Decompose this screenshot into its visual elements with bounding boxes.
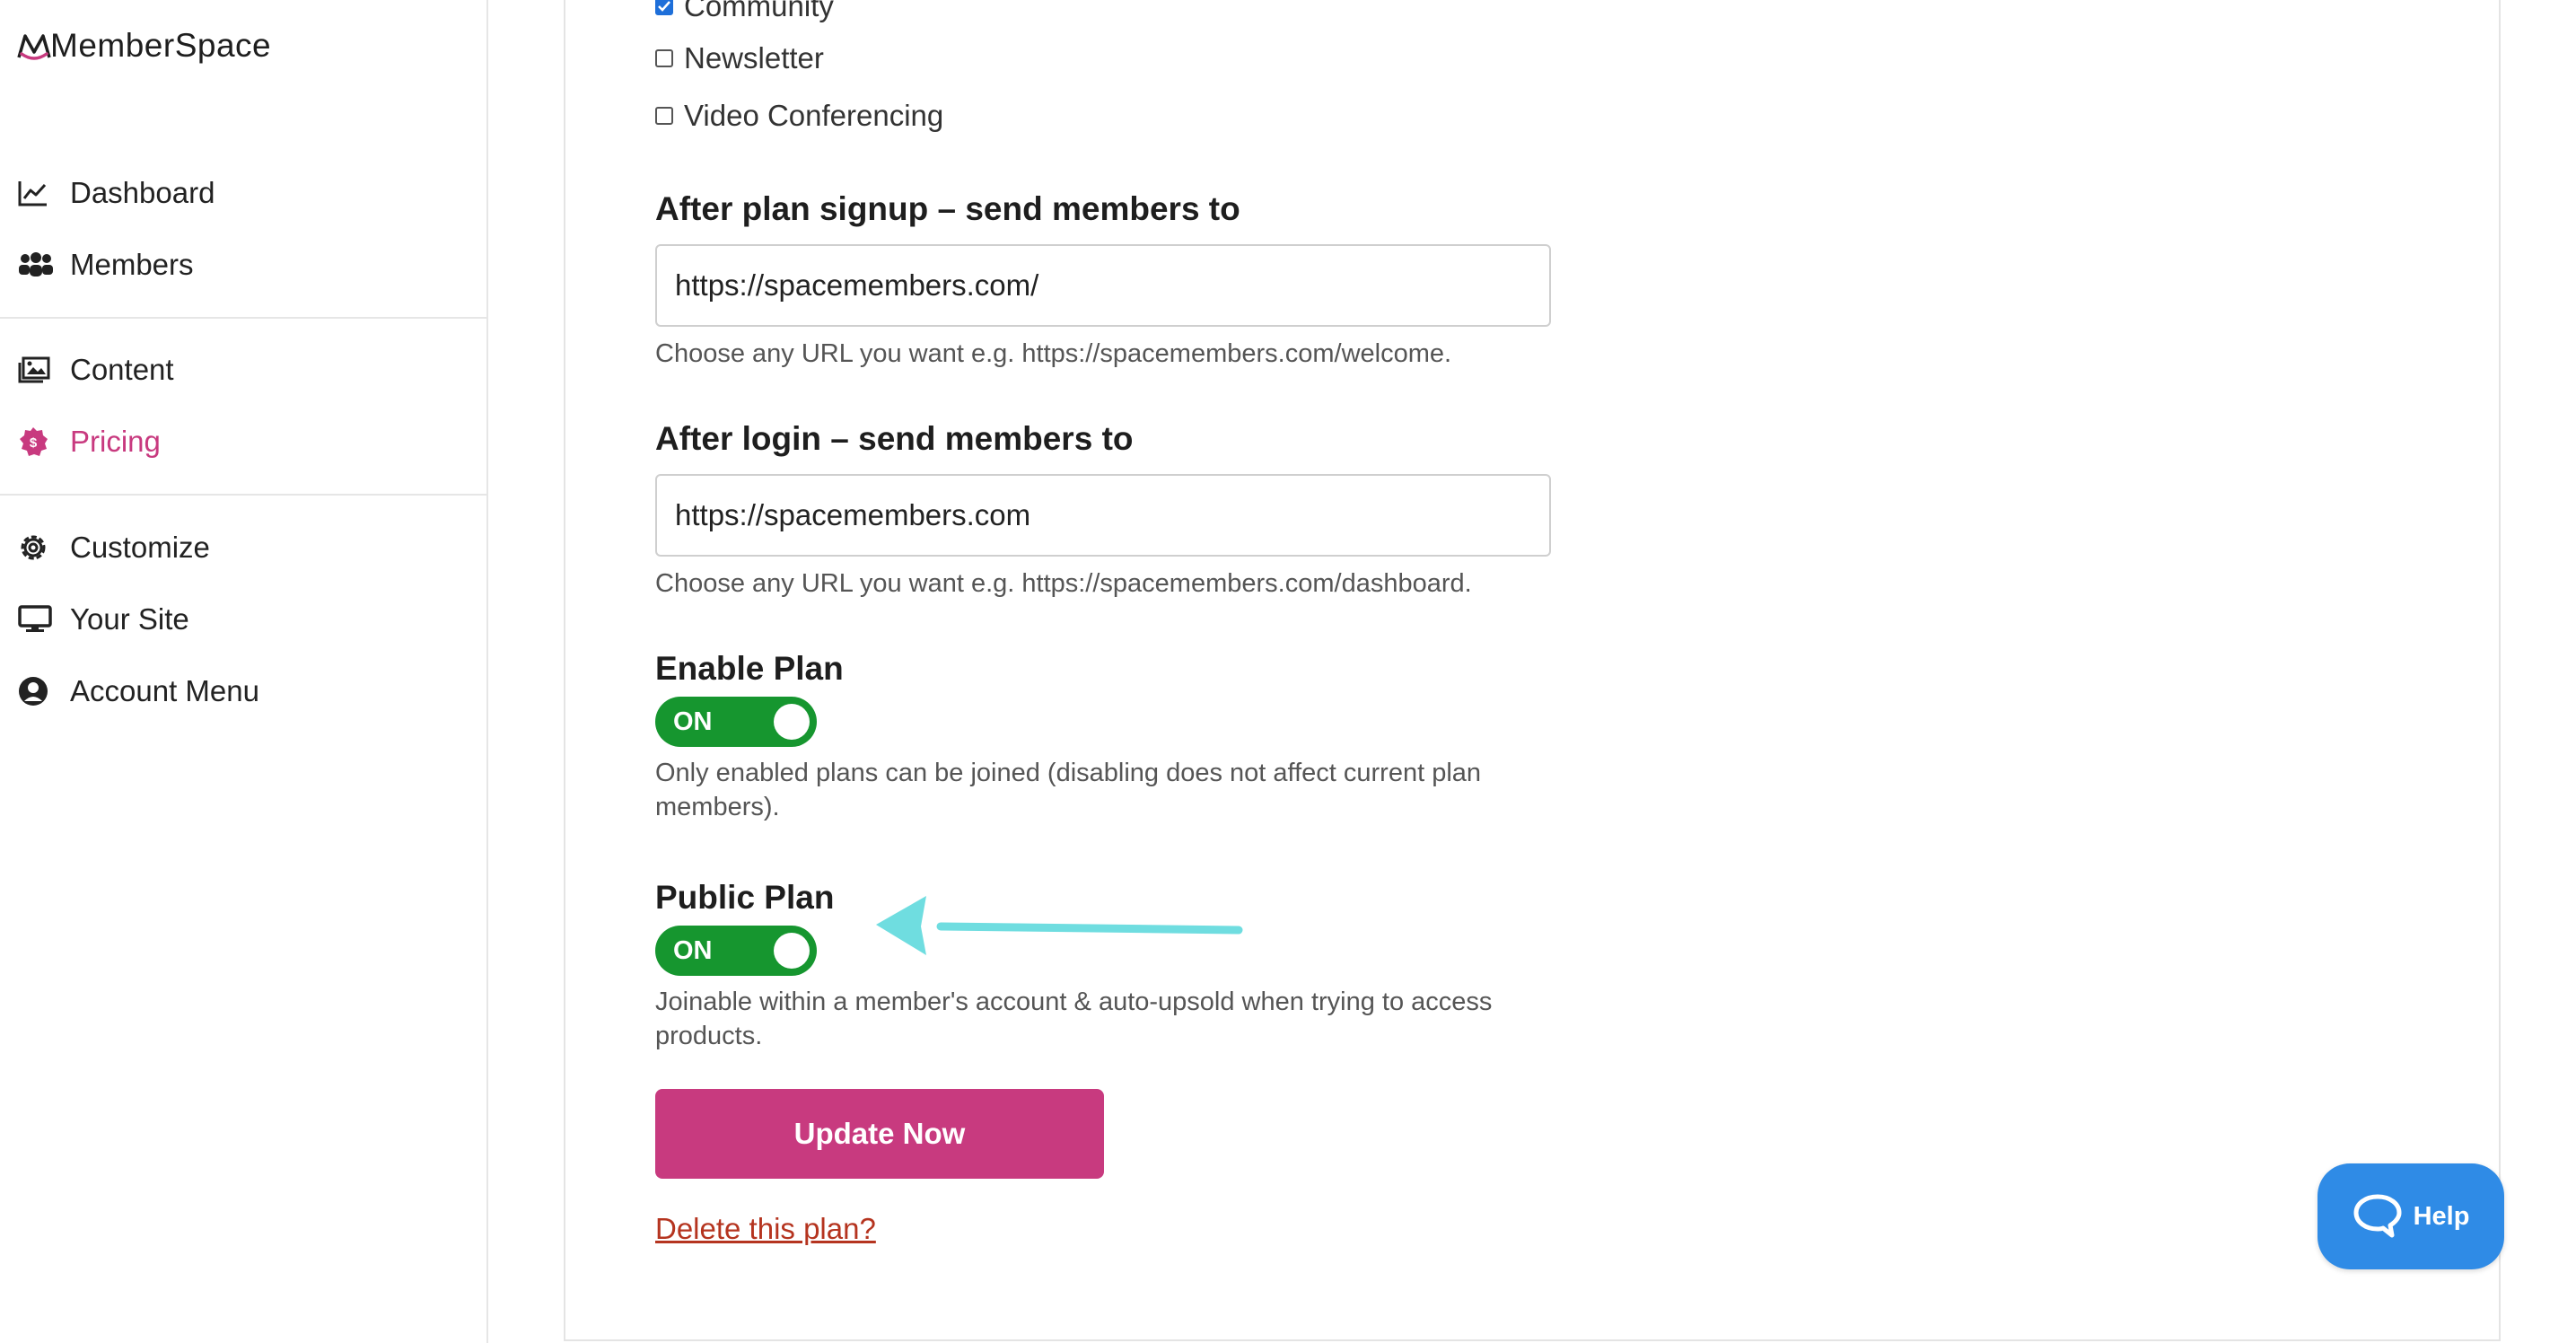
public-plan-label: Public Plan (655, 879, 835, 916)
app-logo[interactable]: MemberSpace (16, 27, 271, 65)
sidebar-item-label: Customize (70, 531, 210, 564)
app-name: MemberSpace (50, 27, 272, 64)
divider (0, 494, 486, 496)
image-icon (18, 352, 54, 388)
user-circle-icon (18, 673, 54, 709)
gear-icon (18, 530, 54, 566)
nav-group-main: Dashboard Members (0, 157, 486, 301)
after-signup-url-input[interactable] (655, 244, 1551, 327)
checkbox-video-conferencing[interactable]: Video Conferencing (655, 99, 943, 133)
sidebar-item-label: Content (70, 353, 174, 386)
after-signup-hint: Choose any URL you want e.g. https://spa… (655, 339, 1452, 368)
checkbox-newsletter[interactable]: Newsletter (655, 41, 824, 75)
after-login-label: After login – send members to (655, 420, 1134, 457)
sidebar-item-label: Members (70, 248, 194, 281)
divider (0, 317, 486, 319)
sidebar-item-customize[interactable]: Customize (0, 512, 486, 584)
public-plan-hint: Joinable within a member's account & aut… (655, 988, 1493, 1050)
checkbox[interactable] (655, 49, 673, 67)
annotation-arrow-icon (876, 896, 1243, 955)
nav-group-content: Content $ Pricing (0, 334, 486, 478)
sidebar-item-label: Your Site (70, 602, 189, 636)
logo-mark-icon (17, 34, 51, 60)
sidebar-item-pricing[interactable]: $ Pricing (0, 406, 486, 478)
update-now-button[interactable]: Update Now (655, 1089, 1104, 1179)
after-login-hint: Choose any URL you want e.g. https://spa… (655, 569, 1472, 598)
help-label: Help (2413, 1201, 2470, 1231)
sidebar-item-dashboard[interactable]: Dashboard (0, 157, 486, 229)
sidebar-item-account-menu[interactable]: Account Menu (0, 655, 486, 727)
sidebar-item-members[interactable]: Members (0, 229, 486, 301)
sidebar-item-your-site[interactable]: Your Site (0, 584, 486, 655)
svg-text:$: $ (30, 435, 38, 451)
chat-bubble-icon (2353, 1194, 2402, 1238)
help-button[interactable]: Help (2318, 1163, 2504, 1269)
delete-plan-link[interactable]: Delete this plan? (655, 1212, 876, 1246)
sidebar-item-label: Dashboard (70, 176, 215, 209)
enable-plan-label: Enable Plan (655, 650, 844, 687)
dollar-badge-icon: $ (18, 424, 54, 460)
chart-line-icon (18, 175, 54, 211)
after-signup-label: After plan signup – send members to (655, 190, 1240, 227)
checkbox[interactable] (655, 107, 673, 125)
sidebar-item-label: Pricing (70, 425, 161, 458)
checkbox-label: Video Conferencing (684, 99, 944, 132)
enable-plan-toggle[interactable]: ON (655, 697, 817, 747)
checkbox-label: Newsletter (684, 41, 824, 75)
checkbox[interactable] (655, 0, 673, 15)
sidebar-item-content[interactable]: Content (0, 334, 486, 406)
after-login-url-input[interactable] (655, 474, 1551, 557)
enable-plan-hint: Only enabled plans can be joined (disabl… (655, 759, 1482, 821)
users-icon (18, 247, 54, 283)
toggle-knob (774, 933, 810, 969)
toggle-state: ON (673, 707, 713, 736)
toggle-knob (774, 704, 810, 740)
checkbox-community[interactable]: Community (655, 0, 834, 23)
public-plan-toggle[interactable]: ON (655, 926, 817, 976)
sidebar: MemberSpace Dashboard Members Content $ (0, 0, 488, 1343)
checkbox-label: Community (684, 0, 834, 22)
sidebar-item-label: Account Menu (70, 674, 259, 707)
toggle-state: ON (673, 935, 713, 965)
monitor-icon (18, 601, 54, 637)
nav-group-settings: Customize Your Site Account Menu (0, 512, 486, 727)
